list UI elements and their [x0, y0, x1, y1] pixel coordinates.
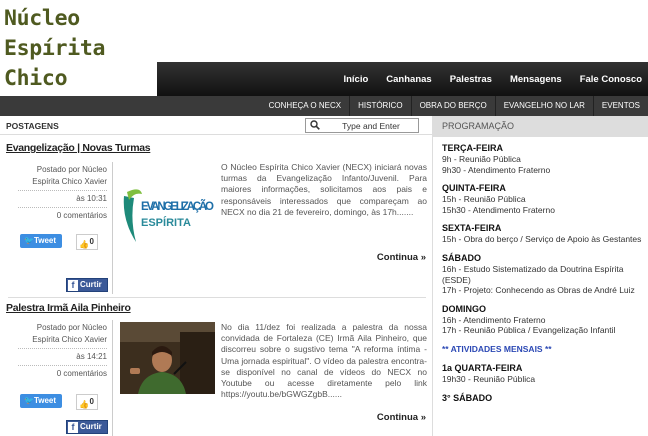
post-excerpt: No dia 11/dez foi realizada a palestra d…	[221, 322, 427, 400]
post-palestra: Palestra Irmã Aila Pinheiro Postado por …	[0, 302, 432, 436]
subnav-evangelho-no-lar[interactable]: Evangelho no Lar	[494, 96, 593, 116]
post-author[interactable]: Espírita Chico Xavier	[8, 334, 107, 346]
schedule-day: 3° SÁBADO	[442, 392, 493, 403]
post-evangelizacao: Evangelização | Novas Turmas Postado por…	[0, 142, 432, 294]
schedule-entry: 19h30 - Reunião Pública	[442, 373, 536, 384]
continua-link[interactable]: Continua »	[377, 412, 426, 423]
schedule-day: SEXTA-FEIRA	[442, 223, 502, 234]
schedule-day: TERÇA-FEIRA	[442, 143, 503, 153]
evangelizacao-logo: EVANGELIZAÇÃO ESPÍRITA	[123, 189, 214, 242]
like-counter[interactable]: 👍 0	[76, 394, 98, 410]
logo-text-2: ESPÍRITA	[141, 216, 191, 229]
continua-link[interactable]: Continua »	[377, 252, 426, 263]
post-meta: Postado por Núcleo Espírita Chico Xavier…	[8, 322, 107, 380]
secondary-navigation: Conheça o NECX Histórico Obra do Berço E…	[0, 96, 648, 116]
post-thumbnail[interactable]	[120, 322, 215, 394]
post-meta: Postado por Núcleo Espírita Chico Xavier…	[8, 164, 107, 222]
nav-fale-conosco[interactable]: Fale Conosco	[580, 74, 642, 85]
schedule-entry: 15h - Obra do berço / Serviço de Apoio à…	[442, 234, 642, 245]
schedule-entry: 16h - Atendimento Fraterno	[442, 314, 546, 325]
schedule-day: DOMINGO	[442, 303, 486, 314]
post-author[interactable]: Espírita Chico Xavier	[8, 176, 107, 188]
schedule-entry: 9h30 - Atendimento Fraterno	[442, 164, 551, 175]
logo-text-1: EVANGELIZAÇÃO	[141, 200, 214, 213]
like-counter[interactable]: 👍 0	[76, 234, 98, 250]
programacao-sidebar: PROGRAMAÇÃO TERÇA-FEIRA 9h - Reunião Púb…	[432, 116, 648, 436]
post-title[interactable]: Palestra Irmã Aila Pinheiro	[6, 302, 131, 314]
subnav-eventos[interactable]: Eventos	[592, 96, 648, 116]
nav-canhanas[interactable]: Canhanas	[386, 74, 431, 85]
schedule-entry: 16h - Estudo Sistematizado da Doutrina E…	[442, 263, 624, 285]
schedule-entry: 15h - Reunião Pública	[442, 194, 526, 205]
search-input[interactable]	[324, 119, 418, 132]
schedule-day: SÁBADO	[442, 252, 482, 263]
search-icon[interactable]	[310, 120, 320, 130]
subnav-historico[interactable]: Histórico	[349, 96, 410, 116]
post-thumbnail[interactable]: EVANGELIZAÇÃO ESPÍRITA	[120, 180, 215, 248]
post-comments[interactable]: 0 comentários	[8, 210, 107, 222]
postagens-bar: POSTAGENS	[0, 116, 432, 135]
tweet-button[interactable]: 🐦Tweet	[20, 234, 62, 248]
nav-mensagens[interactable]: Mensagens	[510, 74, 562, 85]
thumbs-up-icon: 👍	[79, 400, 89, 409]
schedule-day: QUINTA-FEIRA	[442, 183, 506, 194]
facebook-like-button[interactable]: f Curtir	[66, 420, 108, 434]
posted-by: Postado por Núcleo	[36, 165, 107, 174]
schedule-entry: 15h30 - Atendimento Fraterno	[442, 204, 555, 215]
bird-icon: 🐦	[24, 236, 34, 245]
post-time[interactable]: às 10:31	[8, 193, 107, 205]
search-box	[305, 118, 419, 133]
bird-icon: 🐦	[24, 396, 34, 405]
schedule-day: 1a QUARTA-FEIRA	[442, 362, 523, 373]
schedule-entry: 17h - Reunião Pública / Evangelização In…	[442, 325, 616, 336]
monthly-activities-heading: ** ATIVIDADES MENSAIS **	[442, 343, 552, 354]
post-excerpt: O Núcleo Espírita Chico Xavier (NECX) in…	[221, 162, 427, 217]
speaker-photo	[120, 322, 215, 394]
main-content: POSTAGENS Evangelização | Novas Turmas P…	[0, 116, 432, 436]
post-comments[interactable]: 0 comentários	[8, 368, 107, 380]
schedule-entry: 9h - Reunião Pública	[442, 154, 521, 164]
facebook-icon: f	[68, 280, 78, 291]
subnav-obra-do-berco[interactable]: Obra do Berço	[410, 96, 495, 116]
facebook-like-button[interactable]: f Curtir	[66, 278, 108, 292]
subnav-conheca[interactable]: Conheça o NECX	[261, 96, 349, 116]
nav-inicio[interactable]: Início	[343, 74, 368, 85]
schedule-entry: 17h - Projeto: Conhecendo as Obras de An…	[442, 285, 635, 296]
post-title[interactable]: Evangelização | Novas Turmas	[6, 142, 151, 154]
facebook-icon: f	[68, 422, 78, 433]
top-navigation: Início Canhanas Palestras Mensagens Fale…	[157, 62, 648, 96]
nav-palestras[interactable]: Palestras	[450, 74, 492, 85]
post-time[interactable]: às 14:21	[8, 351, 107, 363]
sidebar-header: PROGRAMAÇÃO	[433, 116, 648, 137]
posted-by: Postado por Núcleo	[36, 323, 107, 332]
schedule-list: TERÇA-FEIRA 9h - Reunião Pública 9h30 - …	[433, 143, 648, 404]
post-divider	[8, 297, 426, 298]
thumbs-up-icon: 👍	[79, 240, 89, 249]
tweet-button[interactable]: 🐦Tweet	[20, 394, 62, 408]
postagens-label: POSTAGENS	[6, 121, 59, 131]
